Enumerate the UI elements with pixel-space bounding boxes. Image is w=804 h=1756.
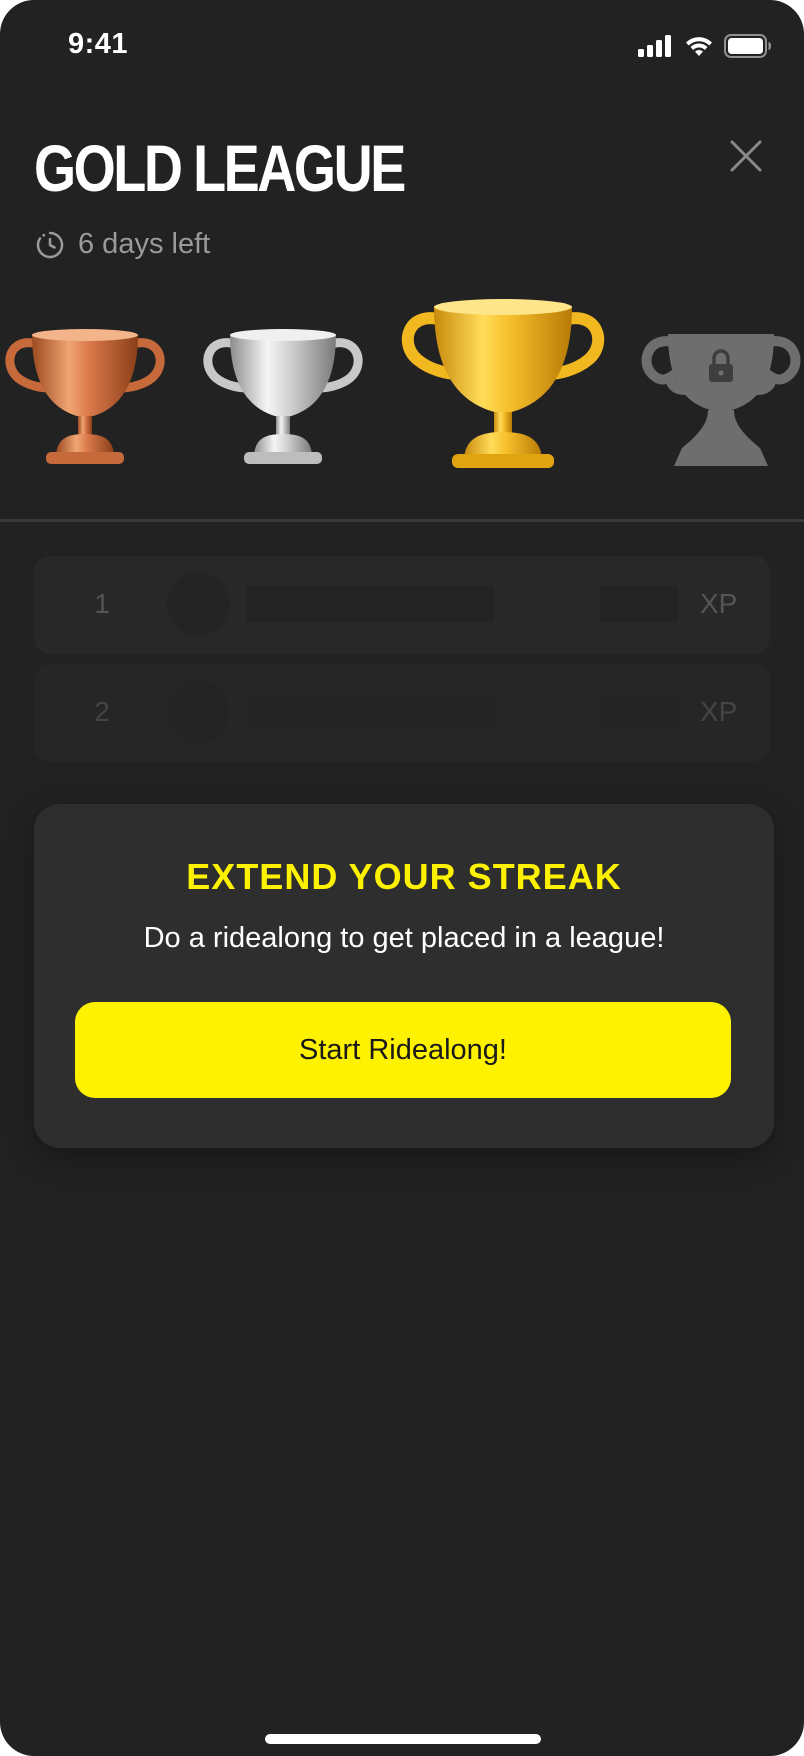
name-placeholder xyxy=(246,586,494,622)
signal-icon xyxy=(638,35,671,57)
wifi-icon xyxy=(686,37,712,56)
leaderboard-row[interactable]: 1 XP xyxy=(34,556,770,654)
battery-icon xyxy=(724,34,771,58)
rank-number: 1 xyxy=(94,588,110,619)
status-icons xyxy=(638,34,772,58)
clock-icon xyxy=(36,231,64,258)
streak-card-subtitle: Do a ridealong to get placed in a league… xyxy=(143,922,665,954)
league-trophies xyxy=(0,290,804,480)
streak-card-title: EXTEND YOUR STREAK xyxy=(186,856,622,897)
divider xyxy=(0,519,804,522)
name-placeholder xyxy=(246,694,494,730)
rank-number: 2 xyxy=(94,696,110,727)
xp-label: XP xyxy=(700,588,738,619)
xp-placeholder xyxy=(600,694,678,730)
locked-trophy-icon[interactable] xyxy=(638,326,804,472)
xp-label: XP xyxy=(700,696,738,727)
xp-placeholder xyxy=(600,586,678,622)
close-icon xyxy=(730,140,762,172)
start-ridealong-button[interactable]: Start Ridealong! xyxy=(75,1002,731,1098)
silver-trophy-icon[interactable] xyxy=(200,326,366,472)
time-left: 6 days left xyxy=(36,228,210,261)
bronze-trophy-icon[interactable] xyxy=(2,326,168,472)
gold-trophy-icon[interactable] xyxy=(398,296,608,472)
avatar xyxy=(166,680,230,744)
avatar xyxy=(166,572,230,636)
status-time: 9:41 xyxy=(68,28,129,60)
close-button[interactable] xyxy=(726,136,766,176)
streak-card: EXTEND YOUR STREAK Do a ridealong to get… xyxy=(34,804,774,1148)
home-indicator[interactable] xyxy=(265,1734,541,1744)
leaderboard-row[interactable]: 2 XP xyxy=(34,664,770,762)
page-title: GOLD LEAGUE xyxy=(34,131,406,205)
time-left-label: 6 days left xyxy=(78,228,211,260)
app-screen: 9:41 GOLD LEAGUE 6 days left 1 XP 2 XP E… xyxy=(0,0,804,1756)
